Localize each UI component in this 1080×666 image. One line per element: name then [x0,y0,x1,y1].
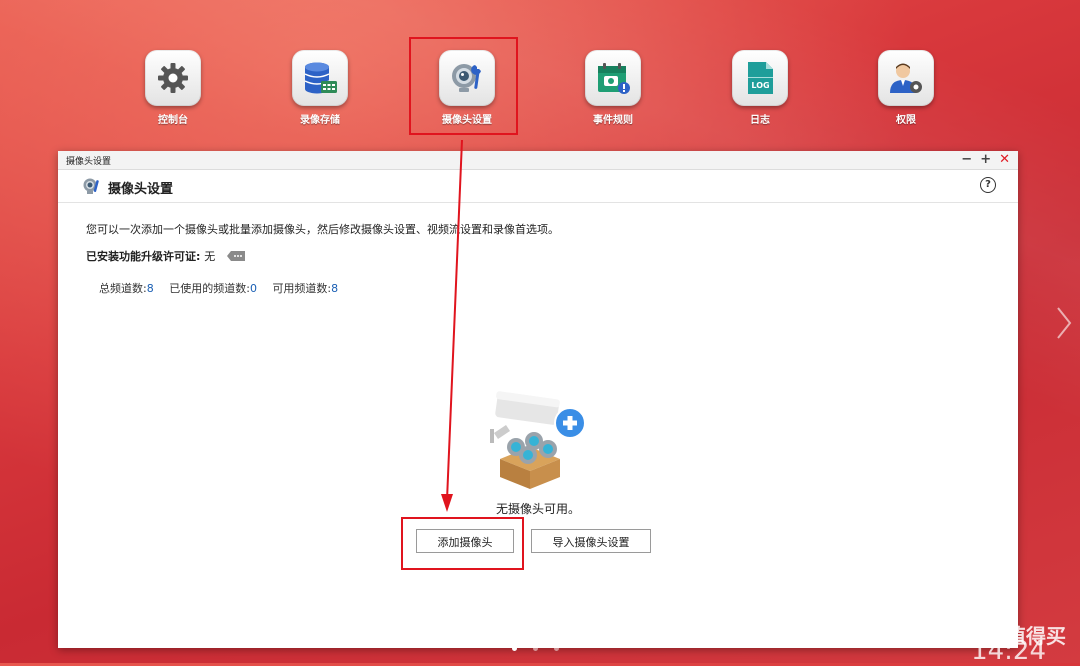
watermark-text: 值 什么值得买 [939,624,1066,648]
annotation-arrow [441,139,463,512]
next-page-chevron-icon[interactable] [1056,306,1072,344]
page-indicator [512,646,559,651]
page-dot[interactable] [554,646,559,651]
page-dot[interactable] [512,646,517,651]
page-dot[interactable] [533,646,538,651]
